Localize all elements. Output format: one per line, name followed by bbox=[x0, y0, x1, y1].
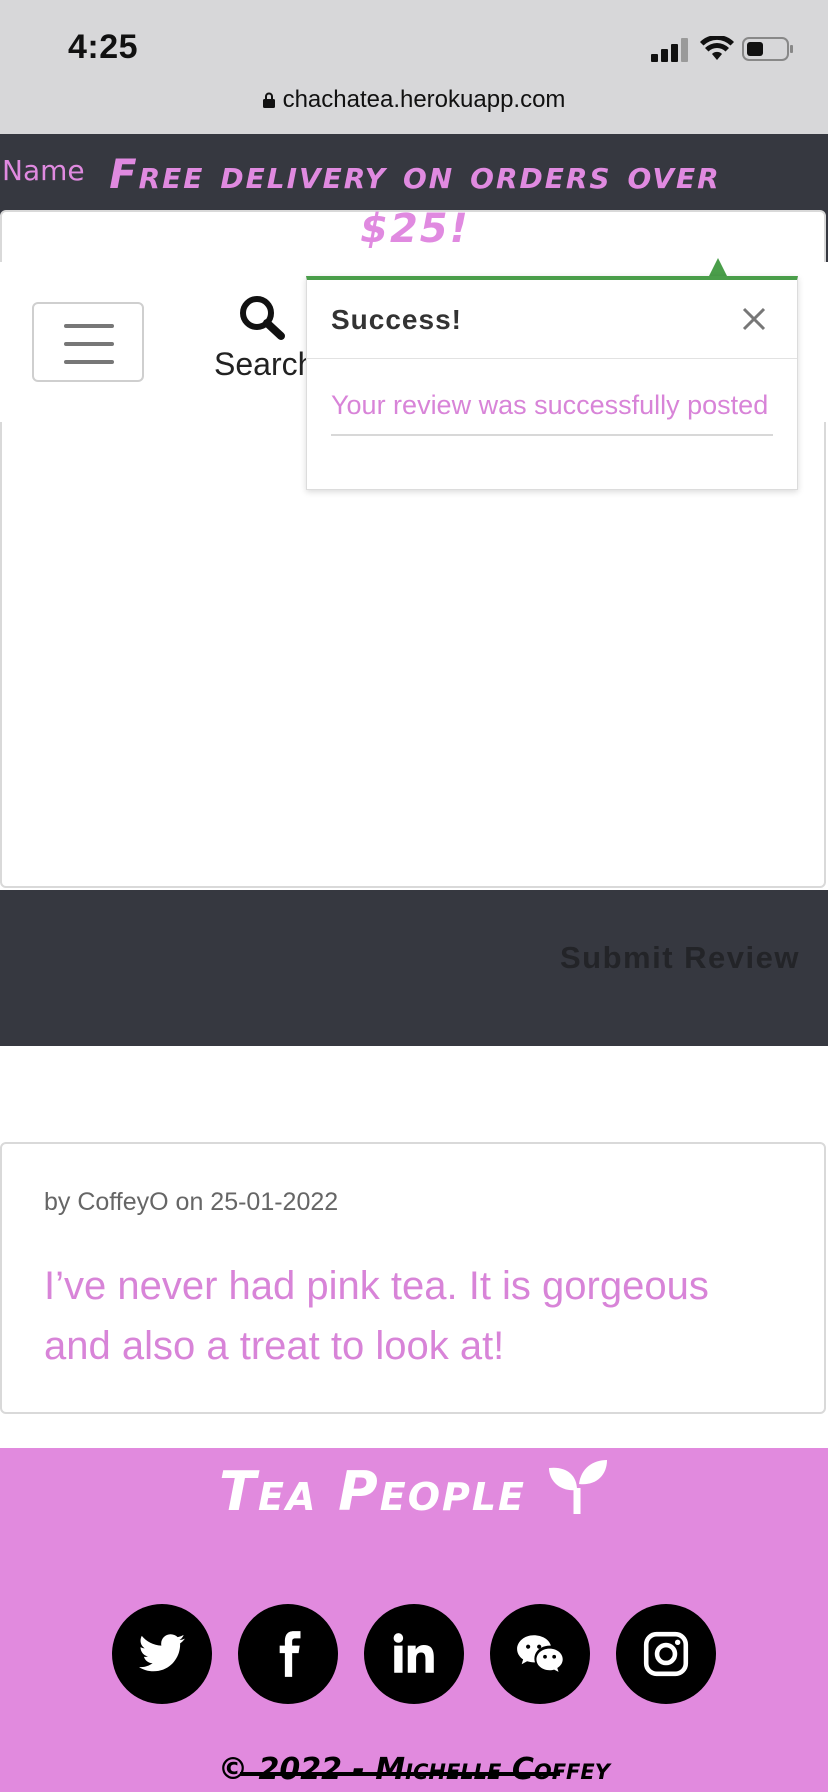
hamburger-line bbox=[64, 324, 114, 328]
linkedin-icon bbox=[393, 1633, 434, 1673]
status-time: 4:25 bbox=[68, 28, 139, 66]
toast-message: Your review was successfully posted bbox=[331, 390, 769, 420]
promo-line-2: $25! bbox=[360, 206, 470, 252]
copyright-strike-decoration bbox=[240, 1772, 560, 1776]
search-icon[interactable] bbox=[238, 294, 286, 340]
review-text: I’ve never had pink tea. It is gorgeous … bbox=[44, 1264, 709, 1368]
hamburger-menu-button[interactable] bbox=[32, 302, 144, 382]
url-text: chachatea.herokuapp.com bbox=[282, 86, 566, 113]
search-label[interactable]: Search bbox=[214, 346, 315, 383]
instagram-icon bbox=[643, 1631, 689, 1677]
instagram-link[interactable] bbox=[616, 1604, 716, 1704]
hamburger-line bbox=[64, 342, 114, 346]
site-footer: Tea People © 2022 - Michelle Coffey bbox=[0, 1448, 828, 1792]
facebook-icon bbox=[279, 1631, 301, 1677]
copyright-text: © 2022 - Michelle Coffey bbox=[218, 1752, 610, 1787]
review-meta: by CoffeyO on 25-01-2022 bbox=[44, 1188, 339, 1216]
lock-icon bbox=[262, 92, 275, 108]
address-bar[interactable]: chachatea.herokuapp.com bbox=[0, 86, 828, 114]
footer-brand[interactable]: Tea People bbox=[0, 1458, 828, 1523]
toast-title: Success! bbox=[331, 304, 462, 335]
twitter-icon bbox=[139, 1634, 185, 1672]
cellular-signal-icon bbox=[651, 38, 688, 62]
success-toast: Success! Your review was successfully po… bbox=[306, 276, 798, 490]
status-bar: 4:25 chachatea.herokuapp.com bbox=[0, 0, 828, 134]
free-delivery-banner: Free delivery on orders over $25! bbox=[70, 148, 760, 256]
wechat-link[interactable] bbox=[490, 1604, 590, 1704]
toast-arrow bbox=[709, 258, 727, 276]
wechat-icon bbox=[517, 1635, 563, 1672]
promo-line-1: Free delivery on orders over bbox=[109, 152, 721, 198]
close-icon[interactable] bbox=[739, 304, 769, 334]
submit-review-button[interactable]: Submit Review bbox=[560, 940, 800, 976]
footer-brand-text: Tea People bbox=[219, 1460, 527, 1523]
review-card: by CoffeyO on 25-01-2022 I’ve never had … bbox=[0, 1142, 826, 1414]
linkedin-link[interactable] bbox=[364, 1604, 464, 1704]
toast-divider bbox=[307, 358, 797, 359]
battery-icon bbox=[742, 37, 793, 61]
twitter-link[interactable] bbox=[112, 1604, 212, 1704]
wifi-icon bbox=[700, 36, 734, 60]
sprout-icon bbox=[548, 1460, 607, 1514]
facebook-link[interactable] bbox=[238, 1604, 338, 1704]
toast-underline bbox=[331, 434, 773, 436]
hamburger-line bbox=[64, 360, 114, 364]
